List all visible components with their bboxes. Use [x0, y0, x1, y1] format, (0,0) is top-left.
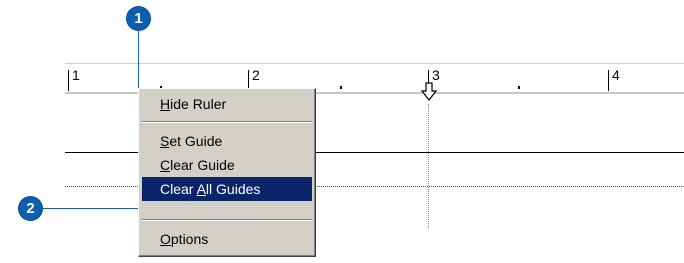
vertical-guide[interactable]	[428, 104, 429, 228]
menu-separator	[142, 219, 312, 221]
menu-item-label: ide Ruler	[170, 96, 227, 112]
menu-item-options[interactable]: Options	[142, 227, 312, 251]
menu-separator	[142, 121, 312, 123]
guide-marker-icon[interactable]	[421, 82, 437, 102]
callout-1-leader-line	[138, 30, 139, 94]
ruler-context-menu: Hide Ruler Set Guide Clear Guide Clear A…	[138, 88, 316, 257]
menu-item-label: lear Guide	[170, 157, 235, 173]
callout-2-leader-line	[42, 208, 142, 209]
ruler-number-3: 3	[432, 67, 440, 83]
callout-badge-1: 1	[127, 7, 150, 30]
mnemonic-letter: H	[160, 96, 171, 112]
menu-item-hide-ruler[interactable]: Hide Ruler	[142, 92, 312, 116]
ruler-number-4: 4	[612, 67, 620, 83]
menu-item-clear-guide[interactable]: Clear Guide	[142, 153, 312, 177]
menu-item-label: et Guide	[169, 133, 223, 149]
mnemonic-letter: C	[160, 157, 171, 173]
ruler-major-tick	[608, 70, 609, 91]
mnemonic-letter: A	[196, 181, 206, 197]
ruler-minor-tick	[340, 86, 342, 89]
menu-item-label: ptions	[170, 231, 209, 247]
ruler-number-2: 2	[252, 67, 260, 83]
menu-item-set-guide[interactable]: Set Guide	[142, 129, 312, 153]
ruler-major-tick	[68, 70, 69, 91]
ruler-top-border	[65, 63, 684, 64]
ruler-number-1: 1	[72, 67, 80, 83]
menu-item-label: Clear	[160, 181, 197, 197]
menu-item-clear-all-guides[interactable]: Clear All Guides	[142, 177, 312, 201]
menu-item-label: ll Guides	[205, 181, 261, 197]
ruler-minor-tick	[518, 86, 520, 89]
mnemonic-letter: O	[160, 231, 171, 247]
mnemonic-letter: S	[160, 133, 170, 149]
callout-badge-2: 2	[19, 197, 42, 220]
